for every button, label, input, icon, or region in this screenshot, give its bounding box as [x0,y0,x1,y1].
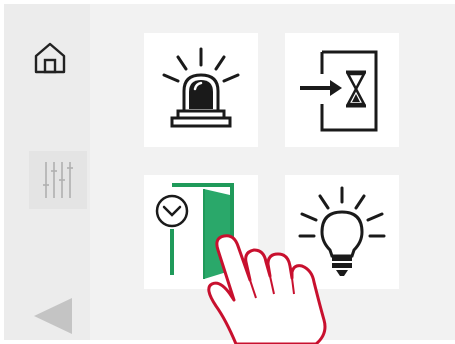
alarm-tile[interactable] [144,33,258,147]
back-button[interactable] [22,294,82,338]
sidebar [4,4,90,340]
door-clock-icon [155,183,234,279]
home-button[interactable] [26,34,74,82]
light-bulb-icon [298,186,386,276]
settings-button[interactable] [29,151,87,209]
entry-delay-icon [300,50,378,132]
sliders-icon [43,162,73,198]
door-timer-tile[interactable] [144,175,258,289]
house-icon [34,42,66,74]
triangle-left-icon [34,298,72,334]
entry-delay-tile[interactable] [285,33,399,147]
light-tile[interactable] [285,175,399,289]
siren-icon [162,47,240,128]
